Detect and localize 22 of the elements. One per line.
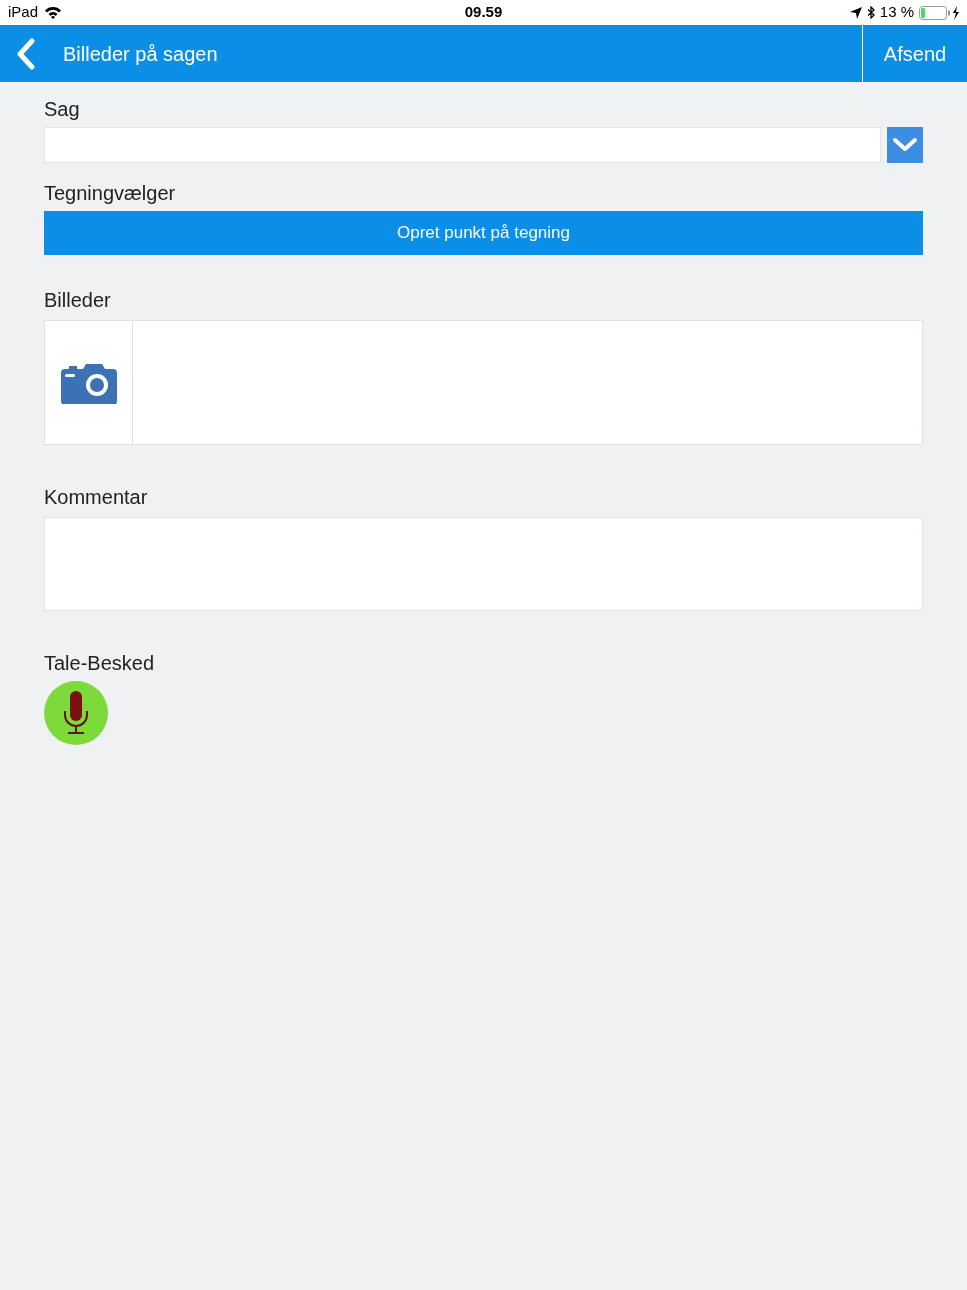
page-title: Billeder på sagen	[63, 41, 218, 67]
camera-icon	[60, 361, 117, 404]
location-arrow-icon	[849, 6, 862, 19]
device-name: iPad	[8, 2, 39, 23]
back-chevron-icon	[16, 37, 36, 70]
select-field[interactable]	[44, 127, 881, 163]
dropdown-button[interactable]	[887, 127, 923, 163]
bluetooth-icon	[866, 6, 875, 19]
clock: 09.59	[464, 2, 503, 23]
send-button[interactable]: Afsend	[862, 25, 967, 82]
comment-field[interactable]	[44, 517, 923, 611]
battery-charging-icon	[919, 5, 959, 20]
field-label: Sag	[44, 97, 81, 121]
field-label: Billeder	[44, 288, 112, 312]
field-label: Tale-Besked	[44, 651, 156, 675]
chevron-down-icon	[892, 137, 918, 153]
battery-percentage: 13 %	[879, 2, 914, 23]
microphone-icon	[62, 691, 90, 735]
create-point-button[interactable]: Opret punkt på tegning	[44, 211, 923, 255]
field-label: Tegningvælger	[44, 181, 177, 205]
field-label: Kommentar	[44, 485, 149, 509]
wifi-icon	[44, 6, 63, 19]
